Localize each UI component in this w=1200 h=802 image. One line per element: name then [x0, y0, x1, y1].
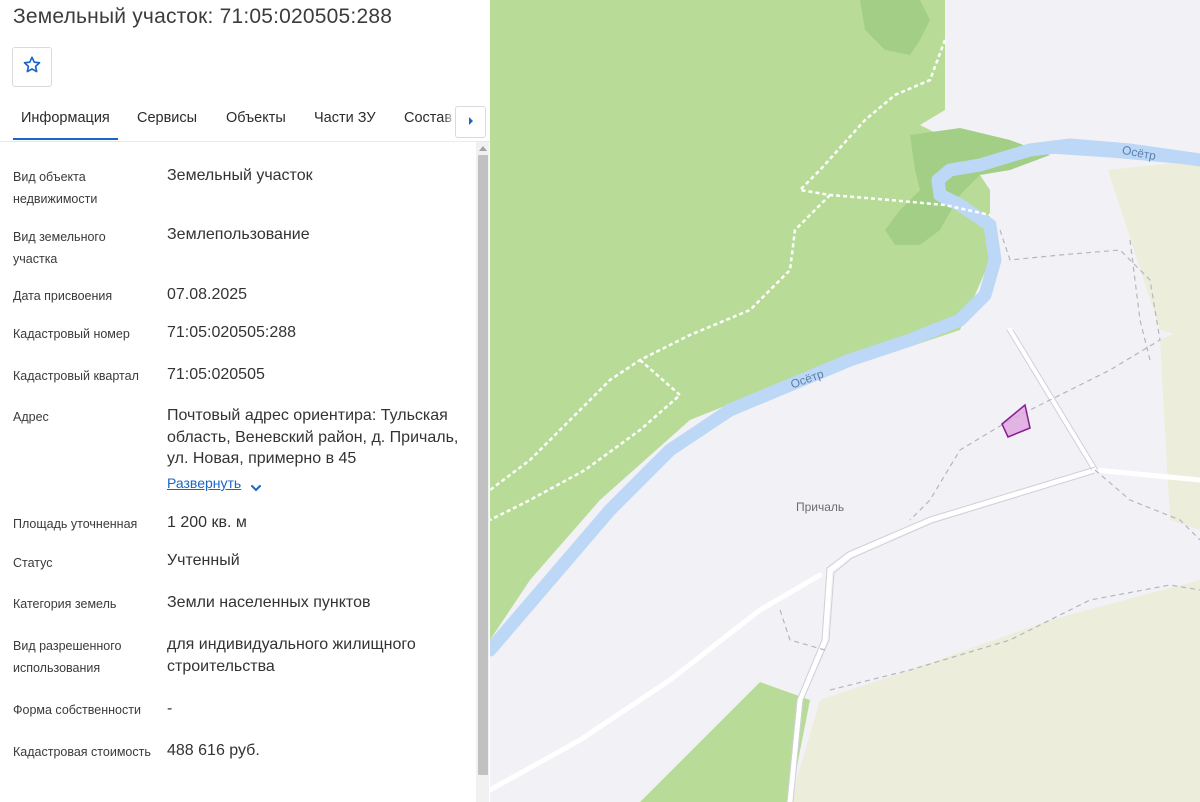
label-status: Статус — [13, 556, 53, 570]
value-address: Почтовый адрес ориентира: Тульская облас… — [167, 407, 459, 467]
value-object-type: Земельный участок — [167, 167, 313, 184]
map-view[interactable]: Осётр Осётр Причаль — [490, 0, 1200, 802]
scroll-up-arrow-icon[interactable] — [479, 146, 487, 151]
label-ownership: Форма собственности — [13, 703, 141, 717]
village-label: Причаль — [796, 500, 845, 514]
label-area: Площадь уточненная — [13, 517, 138, 531]
value-status: Учтенный — [167, 552, 240, 569]
value-land-category: Земли населенных пунктов — [167, 594, 371, 611]
value-land-type: Землепользование — [167, 226, 310, 243]
field-area-bottom — [790, 580, 1200, 802]
tabs-scroll-right-button[interactable] — [455, 106, 486, 138]
label-cadastral-number: Кадастровый номер — [13, 327, 130, 341]
label-address: Адрес — [13, 410, 49, 424]
value-cadastral-quarter: 71:05:020505 — [167, 366, 265, 383]
star-outline-icon — [22, 55, 42, 80]
label-cadastral-cost: Кадастровая стоимость — [13, 745, 151, 759]
label-land-category: Категория земель — [13, 597, 117, 611]
chevron-down-icon[interactable] — [249, 480, 263, 498]
tab-composition[interactable]: Состав — [404, 110, 452, 126]
forest-area-bottom — [640, 682, 810, 802]
label-object-type: Вид объекта недвижимости — [13, 170, 98, 206]
value-cadastral-cost: 488 616 руб. — [167, 742, 260, 759]
forest-area — [490, 0, 990, 640]
value-area: 1 200 кв. м — [167, 514, 247, 531]
label-cadastral-quarter: Кадастровый квартал — [13, 369, 139, 383]
tab-parts[interactable]: Части ЗУ — [314, 110, 376, 126]
value-ownership: - — [167, 700, 173, 717]
label-assign-date: Дата присвоения — [13, 289, 113, 303]
label-land-type: Вид земельного участка — [13, 230, 106, 266]
field-area-right — [1108, 160, 1200, 340]
expand-address-link[interactable]: Развернуть — [167, 475, 241, 491]
scrollbar-thumb[interactable] — [478, 155, 488, 775]
parcel-polygon — [1001, 403, 1031, 438]
info-panel: Земельный участок: 71:05:020505:288 Инфо… — [0, 0, 490, 802]
label-permitted-use: Вид разрешенного использования — [13, 639, 122, 675]
value-cadastral-number: 71:05:020505:288 — [167, 324, 297, 341]
favorite-button[interactable] — [12, 47, 52, 87]
caret-right-icon — [467, 113, 475, 131]
tab-bar: Информация Сервисы Объекты Части ЗУ Сост… — [0, 100, 490, 142]
field-area-right-2 — [1160, 320, 1200, 530]
value-permitted-use: для индивидуального жилищного строительс… — [167, 636, 416, 675]
tab-services[interactable]: Сервисы — [137, 110, 197, 126]
value-assign-date: 07.08.2025 — [167, 286, 248, 303]
tab-objects[interactable]: Объекты — [226, 110, 286, 126]
map-canvas — [490, 0, 1200, 802]
page-title: Земельный участок: 71:05:020505:288 — [13, 5, 393, 28]
tab-information[interactable]: Информация — [13, 110, 118, 140]
